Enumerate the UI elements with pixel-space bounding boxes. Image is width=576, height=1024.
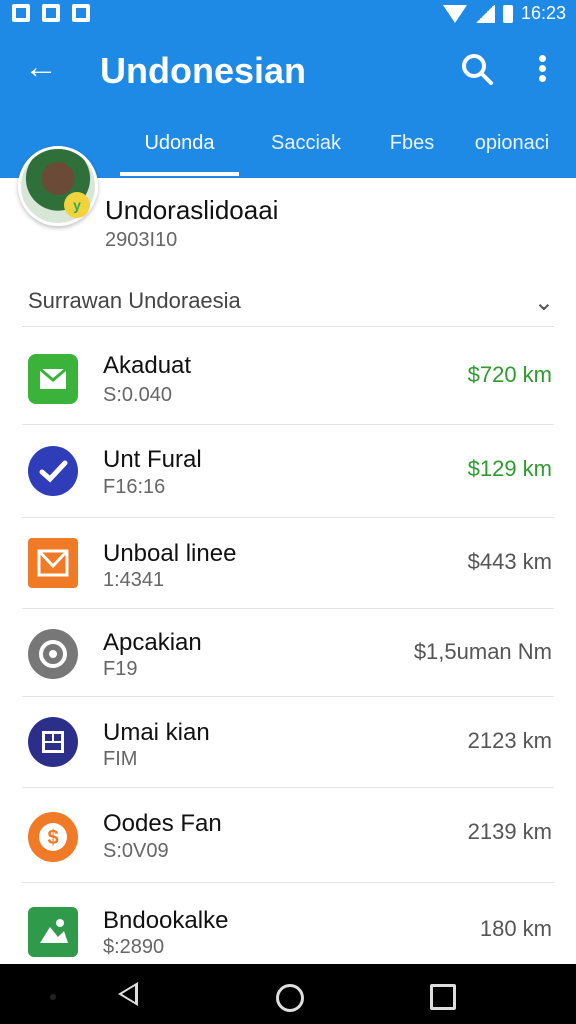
item-amount: 2123 km xyxy=(467,728,552,753)
list-item[interactable]: Unt Fural F16:16 $129 km xyxy=(22,425,554,518)
account-number: 2903I10 xyxy=(105,229,178,251)
item-sub: $:2890 xyxy=(103,936,165,958)
grid-badge-icon xyxy=(28,717,78,767)
dollar-circle-icon: $ xyxy=(28,812,78,862)
nav-home-icon[interactable] xyxy=(276,984,304,1012)
item-name: Akaduat xyxy=(103,352,192,379)
photo-icon xyxy=(28,907,78,957)
item-amount: $1,5uman Nm xyxy=(413,639,552,664)
item-sub: 1:4341 xyxy=(103,569,165,591)
target-icon xyxy=(28,629,78,679)
tab-indicator xyxy=(120,172,239,176)
svg-text:$: $ xyxy=(47,827,58,849)
nav-recents-icon[interactable] xyxy=(430,984,456,1010)
item-name: Unboal linee xyxy=(103,540,237,567)
list-item[interactable]: Akaduat S:0.040 $720 km xyxy=(22,332,554,425)
item-amount: 2139 km xyxy=(467,819,552,844)
notification-icons xyxy=(12,4,90,22)
status-bar: 16:23 xyxy=(0,0,576,28)
item-amount: $443 km xyxy=(467,549,552,574)
item-sub: F19 xyxy=(103,658,138,680)
item-sub: F16:16 xyxy=(103,476,166,498)
avatar-badge: y xyxy=(64,192,90,218)
list-item[interactable]: Apcakian F19 $1,5uman Nm xyxy=(22,609,554,697)
item-sub: S:0.040 xyxy=(103,384,172,406)
chevron-down-icon[interactable]: ⌄ xyxy=(534,288,554,317)
signal-icon xyxy=(474,4,495,23)
system-nav-bar xyxy=(0,964,576,1024)
list-item[interactable]: Bndookalke $:2890 180 km xyxy=(22,883,554,964)
list-item[interactable]: Umai kian FIM 2123 km xyxy=(22,697,554,788)
item-amount: 180 km xyxy=(479,916,552,941)
account-name: Undoraslidoaai xyxy=(105,195,279,225)
nav-back-icon[interactable] xyxy=(118,982,138,1006)
section-dropdown[interactable]: Surrawan Undoraesia ⌄ xyxy=(22,286,554,327)
status-indicators: 16:23 xyxy=(442,3,566,24)
item-name: Unt Fural xyxy=(103,446,202,473)
tab-sacciak[interactable]: Sacciak xyxy=(256,132,356,155)
tab-fbes[interactable]: Fbes xyxy=(376,132,448,155)
list-item[interactable]: $ Oodes Fan S:0V09 2139 km xyxy=(22,788,554,883)
item-name: Apcakian xyxy=(103,629,202,656)
envelope-box-icon xyxy=(28,538,78,588)
item-sub: S:0V09 xyxy=(103,840,169,862)
item-name: Bndookalke xyxy=(103,907,229,934)
status-time: 16:23 xyxy=(520,3,566,23)
item-amount: $129 km xyxy=(467,456,552,481)
notification-icon xyxy=(42,4,60,22)
battery-icon xyxy=(502,4,513,23)
wifi-icon xyxy=(442,4,467,23)
arrow-left-icon[interactable]: ← xyxy=(24,50,58,84)
tab-opionaci[interactable]: opionaci xyxy=(462,132,562,155)
item-name: Umai kian xyxy=(103,719,210,746)
item-sub: FIM xyxy=(103,748,138,770)
page-title: Undonesian xyxy=(100,50,307,91)
more-vertical-icon[interactable] xyxy=(532,52,552,88)
mail-icon xyxy=(28,354,78,404)
item-amount: $720 km xyxy=(467,362,552,387)
check-circle-icon xyxy=(28,446,78,496)
notification-icon xyxy=(72,4,90,22)
section-label: Surrawan Undoraesia xyxy=(28,288,241,313)
list-item[interactable]: Unboal linee 1:4341 $443 km xyxy=(22,518,554,609)
nav-dot-icon xyxy=(50,994,56,1000)
item-name: Oodes Fan xyxy=(103,810,222,837)
notification-icon xyxy=(12,4,30,22)
tab-udonda[interactable]: Udonda xyxy=(120,132,239,155)
search-icon[interactable] xyxy=(460,52,494,86)
app-bar: ← Undonesian Udonda Sacciak Fbes opionac… xyxy=(0,28,576,178)
